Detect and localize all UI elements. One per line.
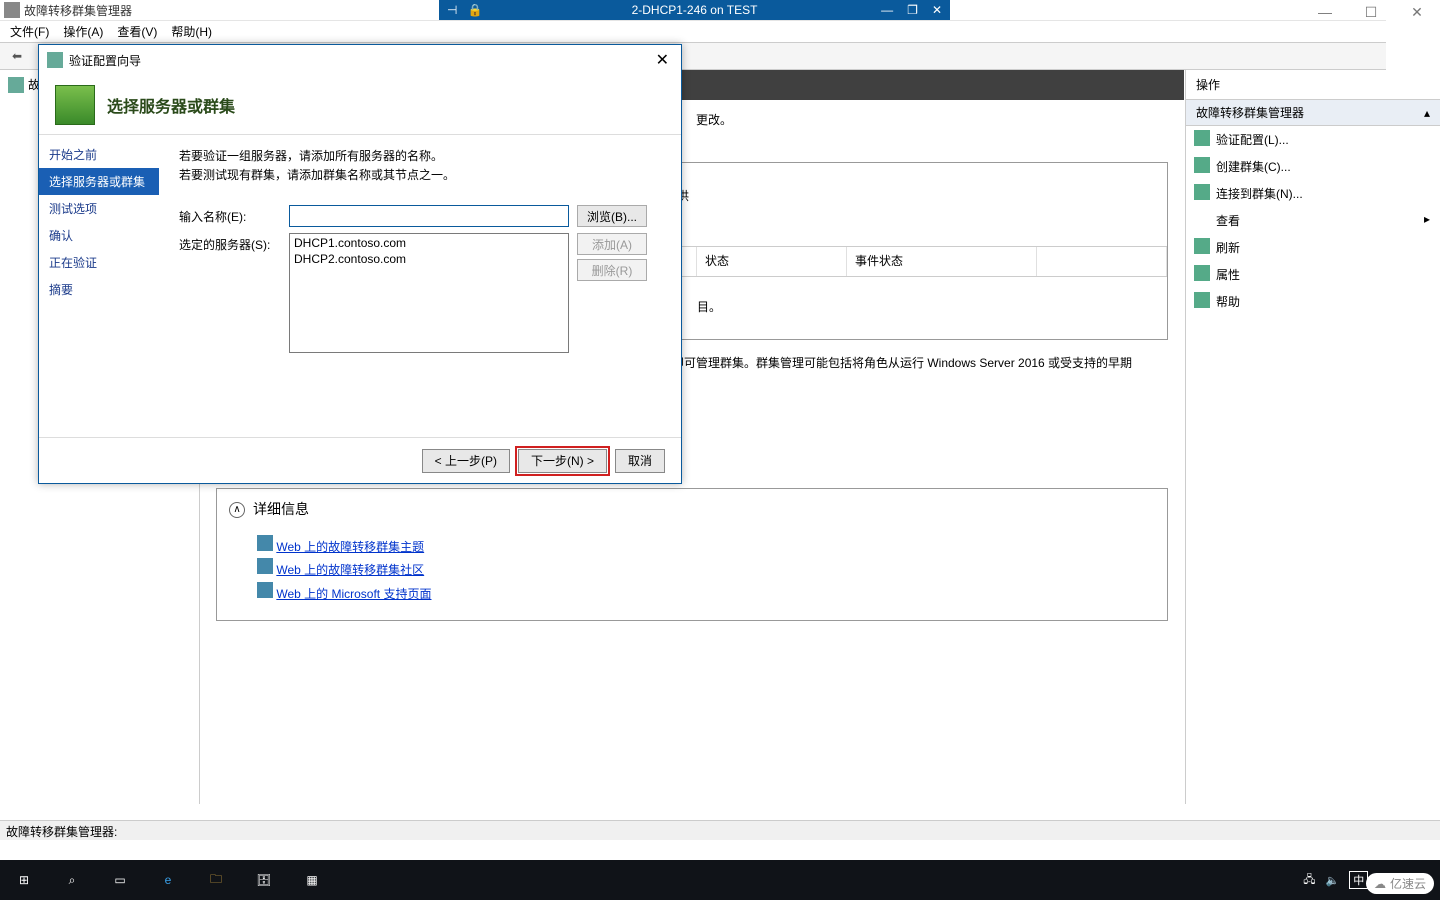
wizard-large-icon bbox=[55, 85, 95, 125]
tray-sound-icon[interactable]: 🔈 bbox=[1326, 874, 1340, 887]
wizard-intro2: 若要测试现有群集，请添加群集名称或其节点之一。 bbox=[179, 166, 661, 185]
wizard-intro1: 若要验证一组服务器，请添加所有服务器的名称。 bbox=[179, 147, 661, 166]
back-button[interactable]: ⬅ bbox=[6, 45, 28, 67]
wizard-title-bar: 验证配置向导 ✕ bbox=[39, 45, 681, 75]
app-title-text: 故障转移群集管理器 bbox=[24, 2, 132, 19]
minimize-icon[interactable]: — bbox=[881, 3, 893, 17]
label-name: 输入名称(E): bbox=[179, 205, 289, 225]
nav-select[interactable]: 选择服务器或群集 bbox=[39, 168, 159, 195]
link-web-community[interactable]: Web 上的故障转移群集社区 bbox=[276, 563, 424, 577]
app-icon bbox=[4, 2, 20, 18]
cloud-icon: ☁ bbox=[1374, 877, 1386, 891]
prev-button[interactable]: < 上一步(P) bbox=[422, 449, 510, 473]
action-create[interactable]: 创建群集(C)... bbox=[1186, 153, 1440, 180]
wizard-dialog: 验证配置向导 ✕ 选择服务器或群集 开始之前 选择服务器或群集 测试选项 确认 … bbox=[38, 44, 682, 484]
taskview-icon[interactable]: ▭ bbox=[96, 860, 144, 900]
link-web-ms[interactable]: Web 上的 Microsoft 支持页面 bbox=[276, 587, 431, 601]
action-help[interactable]: 帮助 bbox=[1186, 288, 1440, 315]
wizard-nav: 开始之前 选择服务器或群集 测试选项 确认 正在验证 摘要 bbox=[39, 135, 159, 437]
vm-title-bar: ⊣ 🔒 2-DHCP1-246 on TEST — ❐ ✕ bbox=[439, 0, 950, 20]
action-connect[interactable]: 连接到群集(N)... bbox=[1186, 180, 1440, 207]
label-selected: 选定的服务器(S): bbox=[179, 233, 289, 253]
cluster-mgr-icon[interactable]: ▦ bbox=[288, 860, 336, 900]
wizard-icon bbox=[47, 52, 63, 68]
actions-panel: 操作 故障转移群集管理器 ▴ 验证配置(L)... 创建群集(C)... 连接到… bbox=[1185, 70, 1440, 804]
pin-icon[interactable]: ⊣ bbox=[447, 3, 457, 17]
wizard-header: 选择服务器或群集 bbox=[39, 75, 681, 135]
search-icon[interactable]: ⌕ bbox=[48, 860, 96, 900]
menu-bar: 文件(F) 操作(A) 查看(V) 帮助(H) bbox=[0, 20, 1386, 42]
vm-title: 2-DHCP1-246 on TEST bbox=[632, 3, 758, 17]
nav-summary[interactable]: 摘要 bbox=[39, 276, 159, 303]
restore-icon[interactable]: ❐ bbox=[907, 3, 918, 17]
list-item[interactable]: DHCP1.contoso.com bbox=[294, 236, 564, 252]
nav-validating[interactable]: 正在验证 bbox=[39, 249, 159, 276]
wizard-close-button[interactable]: ✕ bbox=[652, 50, 673, 70]
tray-net-icon[interactable]: 🖧 bbox=[1303, 871, 1315, 890]
chevron-right-icon: ▸ bbox=[1424, 212, 1430, 226]
cancel-button[interactable]: 取消 bbox=[615, 449, 665, 473]
selected-servers-list[interactable]: DHCP1.contoso.com DHCP2.contoso.com bbox=[289, 233, 569, 353]
start-button[interactable]: ⊞ bbox=[0, 860, 48, 900]
wizard-content: 若要验证一组服务器，请添加所有服务器的名称。 若要测试现有群集，请添加群集名称或… bbox=[159, 135, 681, 437]
browse-button[interactable]: 浏览(B)... bbox=[577, 205, 647, 227]
actions-subheader: 故障转移群集管理器 ▴ bbox=[1186, 100, 1440, 126]
col-status[interactable]: 状态 bbox=[697, 247, 847, 277]
name-input[interactable] bbox=[289, 205, 569, 227]
col-event-status[interactable]: 事件状态 bbox=[847, 247, 1037, 277]
menu-view[interactable]: 查看(V) bbox=[117, 23, 157, 40]
menu-file[interactable]: 文件(F) bbox=[10, 23, 49, 40]
actions-header: 操作 bbox=[1186, 70, 1440, 100]
web-icon bbox=[257, 558, 273, 574]
list-item[interactable]: DHCP2.contoso.com bbox=[294, 252, 564, 268]
lock-icon[interactable]: 🔒 bbox=[467, 3, 482, 17]
action-validate[interactable]: 验证配置(L)... bbox=[1186, 126, 1440, 153]
server-manager-icon[interactable]: 🗄 bbox=[240, 860, 288, 900]
wizard-page-title: 选择服务器或群集 bbox=[107, 93, 235, 117]
status-bar: 故障转移群集管理器: bbox=[0, 820, 1440, 840]
ie-icon[interactable]: e bbox=[144, 860, 192, 900]
explorer-icon[interactable]: 🗀 bbox=[192, 860, 240, 900]
action-view[interactable]: 查看▸ bbox=[1186, 207, 1440, 234]
watermark: ☁ 亿速云 bbox=[1366, 873, 1434, 894]
wizard-footer: < 上一步(P) 下一步(N) > 取消 bbox=[39, 437, 681, 483]
details-panel: ∧ 详细信息 Web 上的故障转移群集主题 Web 上的故障转移群集社区 Web… bbox=[216, 488, 1168, 621]
link-web-topic[interactable]: Web 上的故障转移群集主题 bbox=[276, 540, 424, 554]
web-icon bbox=[257, 582, 273, 598]
close-icon[interactable]: ✕ bbox=[932, 3, 942, 17]
action-refresh[interactable]: 刷新 bbox=[1186, 234, 1440, 261]
nav-before[interactable]: 开始之前 bbox=[39, 141, 159, 168]
status-text: 故障转移群集管理器: bbox=[6, 825, 117, 839]
taskbar: ⊞ ⌕ ▭ e 🗀 🗄 ▦ 🖧 🔈 中 20 13:52 ☁ 亿速云 bbox=[0, 860, 1440, 900]
nav-options[interactable]: 测试选项 bbox=[39, 195, 159, 222]
nav-confirm[interactable]: 确认 bbox=[39, 222, 159, 249]
chevron-up-icon[interactable]: ▴ bbox=[1424, 106, 1430, 120]
add-button: 添加(A) bbox=[577, 233, 647, 255]
app-title-bar: 故障转移群集管理器 bbox=[0, 0, 439, 20]
menu-help[interactable]: 帮助(H) bbox=[171, 23, 212, 40]
details-title: 详细信息 bbox=[253, 497, 309, 522]
menu-action[interactable]: 操作(A) bbox=[63, 23, 103, 40]
web-icon bbox=[257, 535, 273, 551]
remove-button: 删除(R) bbox=[577, 259, 647, 281]
action-properties[interactable]: 属性 bbox=[1186, 261, 1440, 288]
collapse-icon[interactable]: ∧ bbox=[229, 502, 245, 518]
wizard-window-title: 验证配置向导 bbox=[69, 52, 141, 69]
cluster-icon bbox=[8, 77, 24, 93]
host-close[interactable]: ✕ bbox=[1394, 0, 1440, 24]
next-button[interactable]: 下一步(N) > bbox=[518, 449, 607, 473]
